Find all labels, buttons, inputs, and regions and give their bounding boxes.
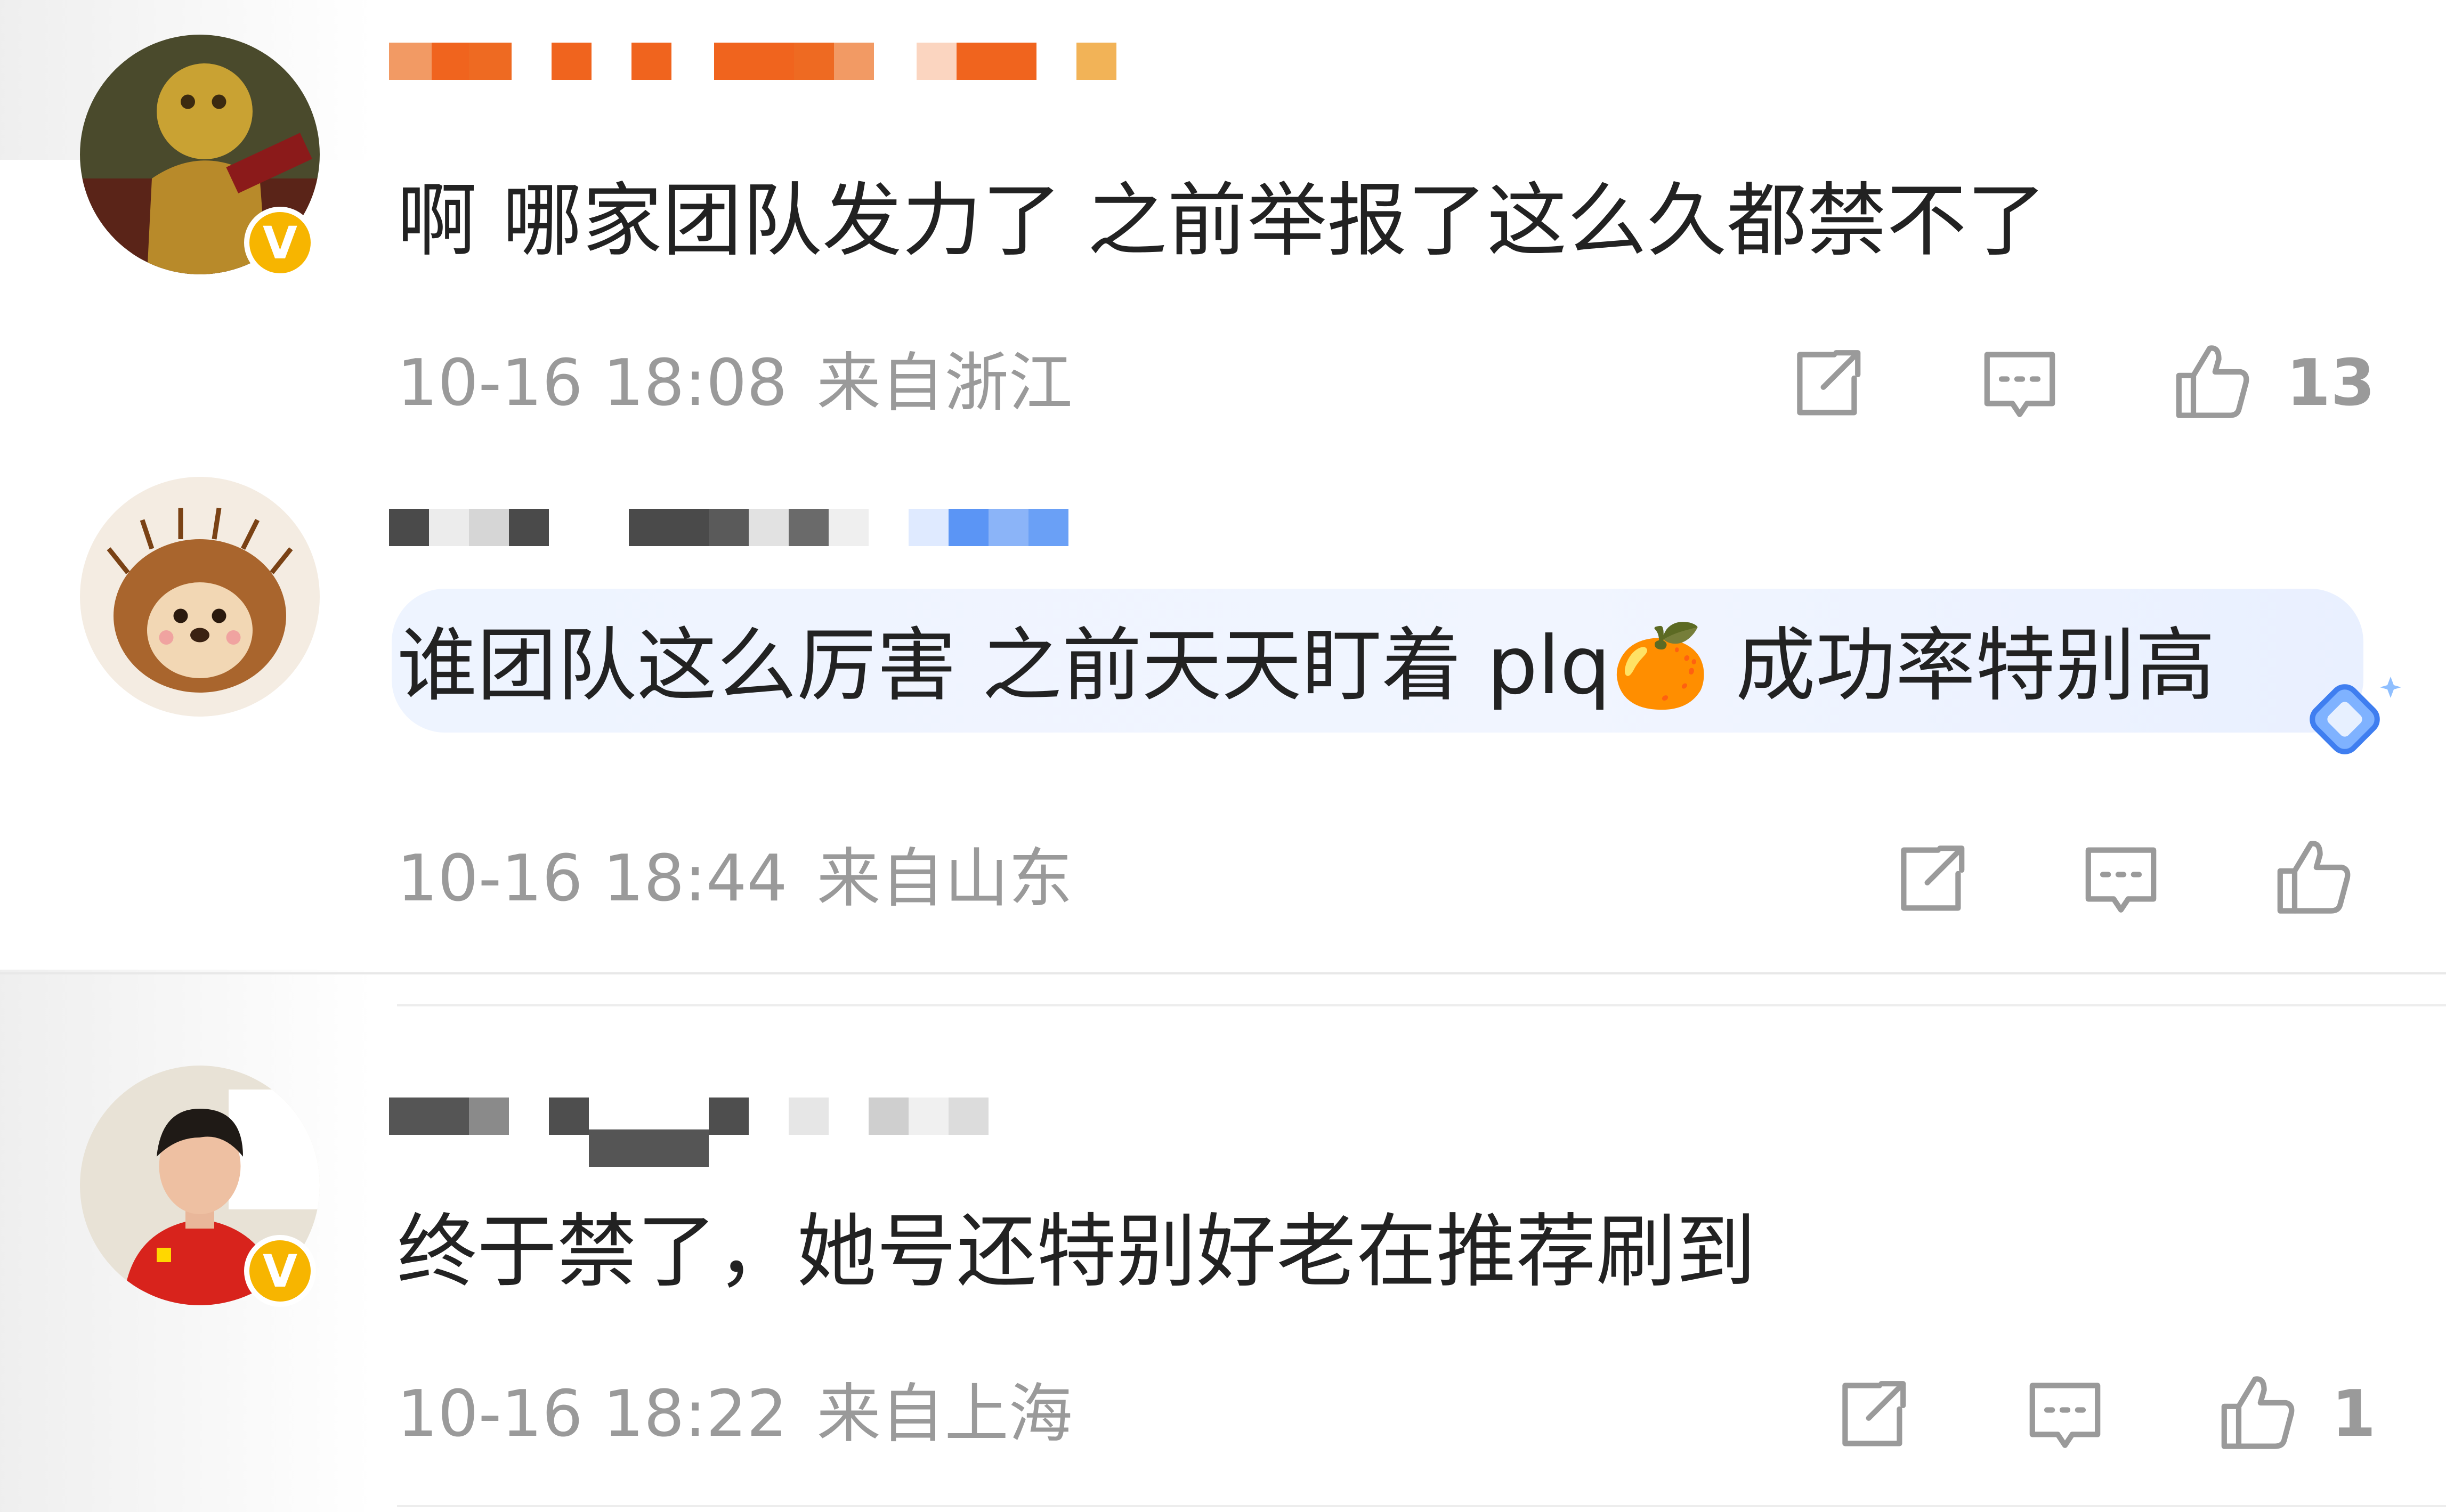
orange-emoji-icon: 🍊 — [1610, 620, 1711, 712]
share-icon[interactable] — [1884, 834, 1974, 924]
divider — [397, 1004, 2446, 1006]
avatar[interactable] — [80, 477, 320, 717]
like-icon[interactable] — [2212, 1367, 2302, 1457]
comment-text: 终于禁了，她号还特别好老在推荐刷到 — [397, 1206, 1756, 1298]
comment-icon[interactable] — [2020, 1369, 2110, 1460]
comment-meta: 10-16 18:08 来自浙江 — [397, 344, 1073, 424]
username-redacted[interactable] — [389, 503, 1068, 546]
divider — [0, 972, 2446, 974]
comment-text: 啊 哪家团队发力了 之前举报了这么久都禁不了 — [397, 175, 2047, 267]
comment-meta: 10-16 18:44 来自山东 — [397, 839, 1073, 919]
comment-location: 来自上海 — [816, 1377, 1073, 1451]
username-redacted[interactable] — [389, 37, 1116, 80]
comment-icon[interactable] — [2076, 834, 2166, 924]
comment-time: 10-16 18:44 — [397, 842, 788, 916]
share-icon[interactable] — [1825, 1369, 1916, 1460]
comment-text-part: 成功率特别高 — [1710, 620, 2215, 712]
comment-location: 来自浙江 — [816, 346, 1073, 420]
like-count: 13 — [2286, 346, 2375, 420]
comment-meta: 10-16 18:22 来自上海 — [397, 1375, 1073, 1454]
comment-time: 10-16 18:22 — [397, 1377, 788, 1451]
comment-location: 来自山东 — [816, 842, 1073, 916]
verified-badge-icon: V — [244, 207, 316, 279]
username-redacted[interactable] — [389, 1092, 989, 1167]
comment-text: 谁团队这么厉害 之前天天盯着 plq🍊 成功率特别高 — [397, 615, 2215, 717]
comment-text-part: 谁团队这么厉害 之前天天盯着 plq — [397, 620, 1611, 712]
comment-icon[interactable] — [1974, 338, 2065, 429]
like-count: 1 — [2331, 1377, 2376, 1451]
share-icon[interactable] — [1780, 338, 1870, 429]
comment-time: 10-16 18:08 — [397, 346, 788, 420]
divider — [397, 1505, 2446, 1507]
verified-badge-icon: V — [244, 1235, 316, 1307]
badge-diamond-icon — [2286, 666, 2403, 773]
like-icon[interactable] — [2166, 336, 2257, 426]
like-icon[interactable] — [2267, 831, 2358, 922]
